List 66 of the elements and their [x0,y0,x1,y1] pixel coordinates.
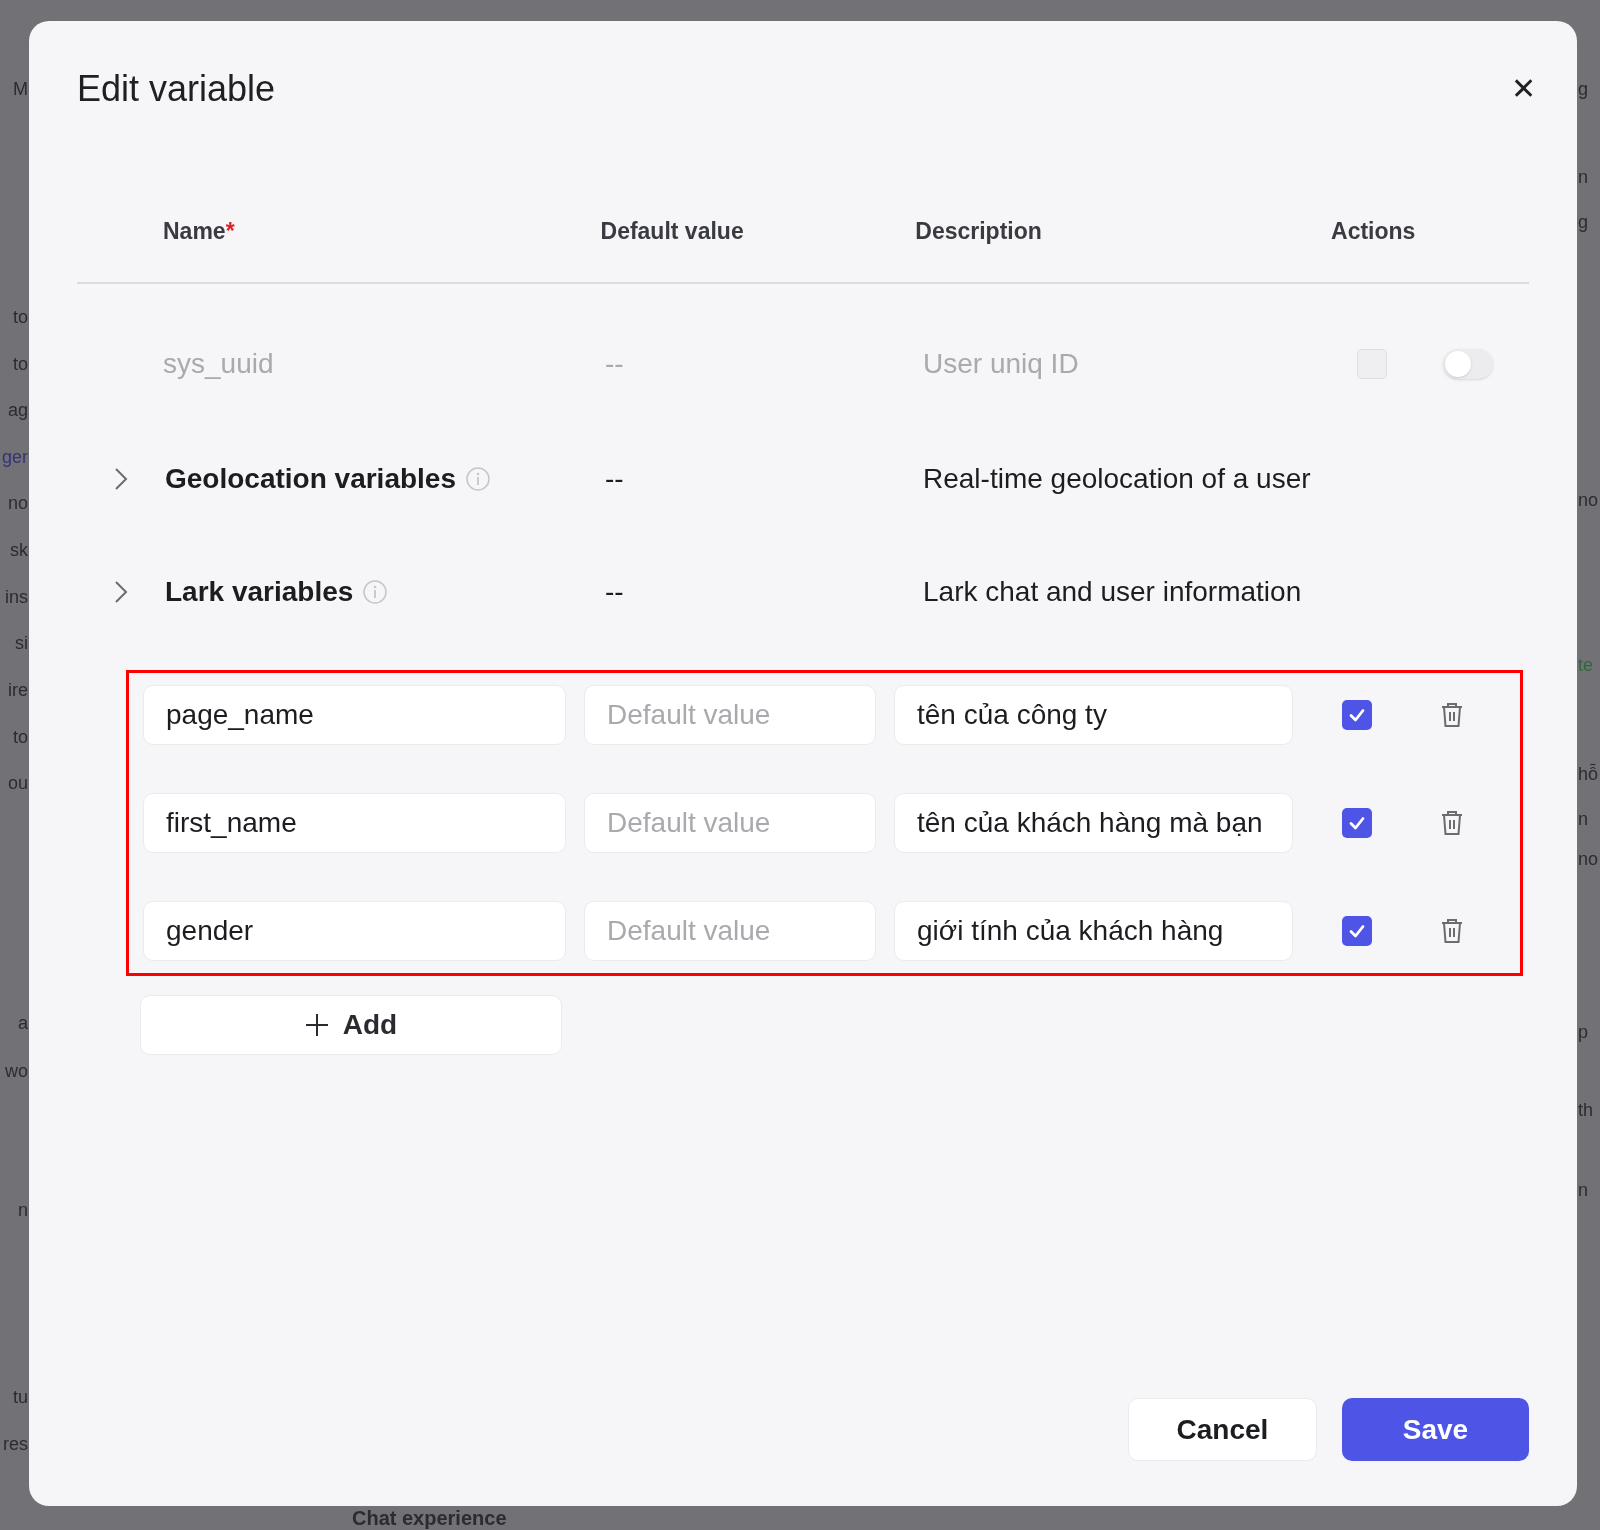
backdrop-text: th [1578,1099,1593,1122]
backdrop-text: g [1578,78,1588,101]
group-name: Lark variables [165,574,354,609]
description-field[interactable]: tên của công ty [894,685,1293,745]
add-button[interactable]: Add [140,995,562,1055]
description-text: Real-time geolocation of a user [923,462,1311,494]
backdrop-text: si [15,632,28,655]
backdrop-text: p [1578,1021,1588,1044]
backdrop-text: sk [10,539,28,562]
backdrop-text: to [13,306,28,329]
backdrop-heading: Chat experience [352,1507,507,1529]
description-text: User uniq ID [923,348,1079,379]
trash-icon[interactable] [1440,918,1464,944]
save-button[interactable]: Save [1342,1398,1529,1461]
default-value: -- [605,575,624,607]
backdrop-text: te [1578,654,1593,677]
default-value-field[interactable]: Default value [584,901,876,961]
checkbox[interactable] [1342,808,1372,838]
backdrop-text: n [1578,808,1588,831]
backdrop-text: to [13,353,28,376]
name-field[interactable]: first_name [143,793,566,853]
backdrop-text: ou [7,772,28,795]
backdrop-text: no [1578,489,1599,512]
backdrop-text: ins [5,586,28,609]
backdrop-text: M [13,78,28,101]
variable-name: sys_uuid [163,348,274,379]
backdrop-text: wo [5,1060,28,1083]
backdrop-text: n [18,1199,28,1222]
default-value: -- [605,462,624,494]
backdrop-text: hỗ [1578,762,1599,786]
required-mark: * [225,217,235,247]
backdrop-text: no [7,492,28,515]
dialog-title: Edit variable [77,67,276,111]
name-field[interactable]: gender [143,901,566,961]
checkbox[interactable] [1342,700,1372,730]
chevron-icon[interactable] [113,578,129,605]
trash-icon[interactable] [1440,702,1464,728]
cancel-button[interactable]: Cancel [1128,1398,1317,1461]
backdrop-text: res [3,1433,28,1456]
default-value-field[interactable]: Default value [584,685,876,745]
backdrop-text: ag [7,399,28,422]
default-value: -- [605,348,624,379]
description-field[interactable]: tên của khách hàng mà bạn [894,793,1293,853]
column-header: Name [163,217,226,247]
checkbox[interactable] [1342,916,1372,946]
backdrop-text: n [1578,1179,1588,1202]
backdrop-text: tu [13,1386,28,1409]
chevron-icon[interactable] [113,465,129,492]
backdrop-text: ire [8,679,28,702]
close-button[interactable]: ✕ [1505,71,1541,107]
backdrop-text: ger [2,446,28,469]
description-text: Lark chat and user information [923,575,1302,607]
backdrop-text: g [1578,211,1588,234]
backdrop-text: to [13,726,28,749]
default-value-field[interactable]: Default value [584,793,876,853]
column-header: Actions [1331,217,1416,247]
column-header: Description [915,217,1042,247]
column-header: Default value [600,217,744,247]
name-field[interactable]: page_name [143,685,566,745]
description-field[interactable]: giới tính của khách hàng [894,901,1293,961]
backdrop-text: a [18,1012,28,1035]
backdrop-text: no [1578,848,1599,871]
plus-icon [304,1013,329,1037]
backdrop-text: n [1578,166,1588,189]
group-name: Geolocation variables [165,461,456,496]
trash-icon[interactable] [1440,810,1464,836]
